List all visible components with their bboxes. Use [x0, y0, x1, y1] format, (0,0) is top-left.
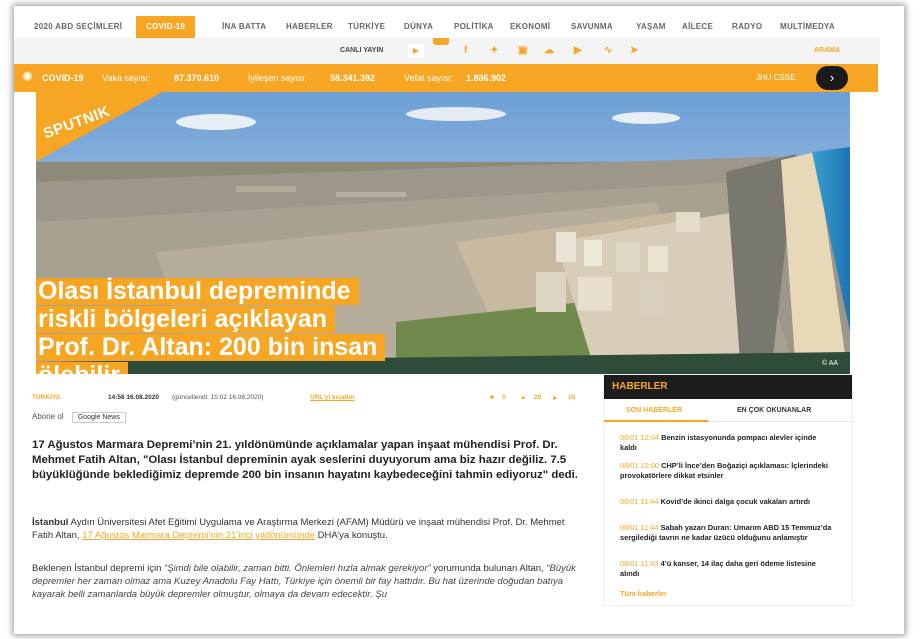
article-lead: 17 Ağustos Marmara Depremi’nin 21. yıldö… — [32, 439, 578, 481]
news-time: 08/01 11:44 — [620, 523, 659, 532]
search-link[interactable]: ARAMA — [814, 47, 840, 54]
paragraph-text: Beklenen İstanbul depremi için — [32, 563, 165, 574]
recovered-label: İyileşen sayısı: — [248, 73, 308, 83]
cases-value: 87.370.610 — [174, 73, 220, 83]
category-link[interactable]: TÜRKİYE — [32, 394, 61, 401]
nav-item-news[interactable]: HABERLER — [286, 22, 333, 31]
paragraph-text: yorumunda bulunan Altan, — [430, 563, 547, 574]
soundcloud-icon[interactable]: ☁ — [544, 45, 554, 56]
headline-line: ölebilir — [36, 362, 128, 374]
nav-item-multimedia[interactable]: MULTİMEDYA — [780, 22, 835, 31]
article-paragraph: Beklenen İstanbul depremi için “Şimdi bi… — [32, 562, 587, 601]
nav-item-defense[interactable]: SAVUNMA — [571, 22, 613, 31]
share-count: 15 — [568, 394, 576, 401]
nav-item-life[interactable]: YAŞAM — [636, 22, 666, 31]
live-broadcast-label[interactable]: CANLI YAYIN — [340, 47, 383, 54]
share-icon[interactable]: ➤ — [552, 394, 557, 402]
comment-count: 0 — [502, 394, 506, 401]
twitter-icon[interactable]: ✦ — [490, 45, 498, 56]
news-item[interactable]: 08/01 11:44 Sabah yazarı Duran: Umarım A… — [620, 523, 834, 543]
rss-icon[interactable]: ∿ — [604, 45, 612, 56]
nav-item-covid[interactable]: COVID-19 — [136, 16, 196, 38]
deaths-value: 1.886.902 — [466, 73, 507, 83]
headline-line: riskli bölgeleri açıklayan — [36, 306, 336, 333]
social-bar: CANLI YAYIN ▶ f ✦ ▣ ☁ ▶ ∿ ➤ ARAMA — [14, 38, 880, 64]
news-title: Kovid’de ikinci dalga çocuk vakaları art… — [660, 497, 811, 506]
play-icon[interactable]: ▶ — [408, 44, 424, 58]
browser-page: 2020 ABD SEÇİMLERİ COVID-19 İNA BATTA HA… — [14, 6, 904, 634]
google-news-button[interactable]: Google News — [71, 412, 126, 423]
top-navigation: 2020 ABD SEÇİMLERİ COVID-19 İNA BATTA HA… — [14, 16, 904, 38]
nav-item-politics[interactable]: POLİTİKA — [454, 22, 494, 31]
nav-item-batta[interactable]: İNA BATTA — [222, 22, 266, 31]
photo-credit: © AA — [822, 360, 839, 367]
live-tab-marker — [433, 38, 449, 45]
covid-stats-bar: ✺ COVID-19 Vaka sayısı: 87.370.610 İyile… — [14, 64, 878, 92]
tab-latest-news[interactable]: SON HABERLER — [626, 407, 682, 414]
nav-item-turkey[interactable]: TÜRKİYE — [348, 22, 385, 31]
recovered-value: 58.341.392 — [330, 73, 376, 83]
news-time: 08/01 11:44 — [620, 497, 659, 506]
article-headline: Olası İstanbul depreminde riskli bölgele… — [36, 278, 386, 374]
facebook-icon[interactable]: f — [464, 45, 467, 56]
telegram-icon[interactable]: ➤ — [630, 45, 638, 56]
deaths-label: Vefat sayısı: — [404, 73, 454, 83]
instagram-icon[interactable]: ▣ — [518, 45, 527, 56]
news-item[interactable]: 08/01 12:04 Benzin istasyonunda pompacı … — [620, 433, 834, 453]
paragraph-bold-start: İstanbul — [32, 517, 69, 528]
news-time: 08/01 11:43 — [620, 559, 659, 568]
nav-item-family[interactable]: AİLECE — [682, 22, 713, 31]
nav-item-economy[interactable]: EKONOMİ — [510, 22, 550, 31]
news-sidebar: HABERLER SON HABERLER EN ÇOK OKUNANLAR 0… — [603, 374, 853, 606]
headline-line: Prof. Dr. Altan: 200 bin insan — [36, 334, 386, 361]
hero-image: SPUTNIK Olası İstanbul depreminde riskli… — [36, 92, 850, 374]
paragraph-end: DHA’ya konuştu. — [315, 530, 388, 541]
nav-item-radio[interactable]: RADYO — [732, 22, 762, 31]
subscribe-label: Abone ol — [32, 412, 64, 421]
news-item[interactable]: 08/01 11:43 4’ü kanser, 14 ilaç daha ger… — [620, 559, 834, 579]
nav-item-world[interactable]: DÜNYA — [404, 22, 433, 31]
all-news-link[interactable]: Tüm haberler — [620, 589, 667, 598]
active-tab-indicator — [604, 420, 708, 422]
like-count: 29 — [534, 394, 542, 401]
subscribe-row: Abone ol Google News — [32, 412, 126, 423]
news-item[interactable]: 08/01 12:00 CHP’li İnce’den Boğaziçi açı… — [620, 461, 834, 481]
source-label[interactable]: JHU CSSE — [756, 73, 796, 82]
arrow-right-icon[interactable]: › — [816, 66, 848, 90]
news-item[interactable]: 08/01 11:44 Kovid’de ikinci dalga çocuk … — [620, 497, 834, 507]
news-time: 08/01 12:04 — [620, 433, 660, 442]
virus-icon: ✺ — [22, 69, 33, 84]
short-url-link[interactable]: URL'yi kısaltın — [310, 394, 355, 401]
anniversary-link[interactable]: 17 Ağustos Marmara Depremi’nin 21’inci y… — [82, 530, 315, 541]
quote-text: “Şimdi bile olabilir, zaman bitti. Önlem… — [164, 563, 431, 574]
publish-date: 14:56 16.08.2020 — [108, 394, 159, 401]
like-icon[interactable]: ▲ — [520, 394, 526, 401]
sidebar-tabs: SON HABERLER EN ÇOK OKUNANLAR — [604, 399, 852, 422]
nav-item-elections[interactable]: 2020 ABD SEÇİMLERİ — [34, 22, 122, 31]
youtube-icon[interactable]: ▶ — [574, 45, 582, 56]
sidebar-title: HABERLER — [604, 375, 852, 399]
headline-line: Olası İstanbul depreminde — [36, 278, 359, 305]
article-paragraph: İstanbul Aydın Üniversitesi Afet Eğitimi… — [32, 516, 587, 542]
news-time: 08/01 12:00 — [620, 461, 660, 470]
covid-title: COVID-19 — [42, 73, 84, 83]
tab-most-read[interactable]: EN ÇOK OKUNANLAR — [737, 407, 811, 414]
cases-label: Vaka sayısı: — [102, 73, 151, 83]
comment-icon[interactable]: ■ — [490, 394, 494, 401]
updated-date: (güncellendi: 15:02 16.08.2020) — [172, 394, 264, 401]
